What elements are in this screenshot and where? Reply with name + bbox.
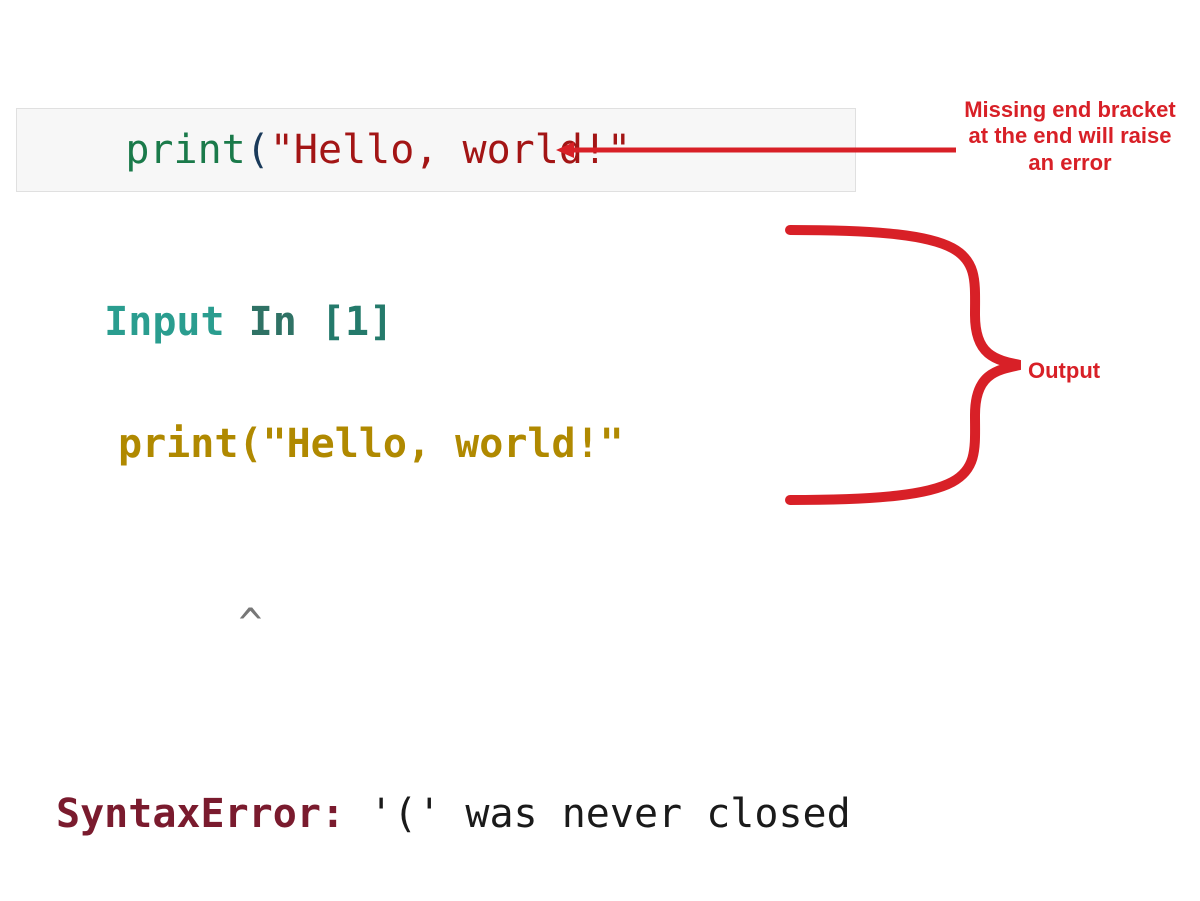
arrow-icon xyxy=(556,140,956,160)
output-block: Input In [1] print("Hello, world!" print… xyxy=(56,235,851,901)
annotation-output: Output xyxy=(1028,358,1148,384)
out-bracket-open: [ xyxy=(321,299,345,345)
out-caret-line: print^ xyxy=(56,589,851,653)
out-in-label: In xyxy=(249,299,321,345)
curly-brace-icon xyxy=(785,225,1025,505)
output-header: Input In [1] xyxy=(104,299,393,345)
out-error-msg: '(' was never closed xyxy=(345,791,851,837)
annotation-missing-bracket: Missing end bracket at the end will rais… xyxy=(960,97,1180,176)
out-error-name: SyntaxError: xyxy=(56,791,345,837)
out-echoed-code: print("Hello, world!" xyxy=(56,409,851,473)
out-error-line: SyntaxError: '(' was never closed xyxy=(56,769,851,843)
token-open-paren: ( xyxy=(246,127,270,173)
code-line: print("Hello, world!" xyxy=(29,81,631,219)
out-index: 1 xyxy=(345,299,369,345)
token-function: print xyxy=(125,127,245,173)
caret-icon: ^ xyxy=(238,601,262,647)
out-bracket-close: ] xyxy=(369,299,393,345)
out-input-label: Input xyxy=(104,299,249,345)
